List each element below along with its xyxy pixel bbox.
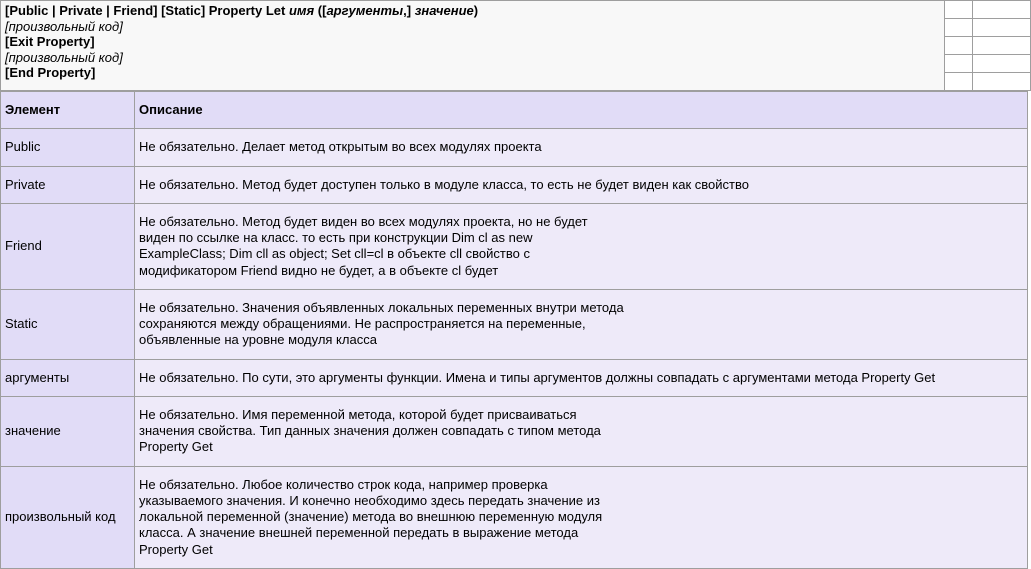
side-cell — [973, 37, 1031, 55]
header-description: Описание — [135, 92, 1028, 129]
cell-description: Не обязательно. Имя переменной метода, к… — [135, 396, 1028, 466]
syntax-box: [Public | Private | Friend] [Static] Pro… — [0, 0, 1031, 91]
side-cell — [945, 73, 973, 91]
side-cell — [945, 19, 973, 37]
table-row: StaticНе обязательно. Значения объявленн… — [1, 289, 1028, 359]
cell-description: Не обязательно. По сути, это аргументы ф… — [135, 359, 1028, 396]
syntax-text: [Public | Private | Friend] [Static] Pro… — [1, 1, 945, 91]
cell-description: Не обязательно. Делает метод открытым во… — [135, 129, 1028, 166]
side-cell — [973, 1, 1031, 19]
cell-element: Friend — [1, 203, 135, 289]
syntax-line3: [Exit Property] — [5, 34, 940, 50]
side-cell — [973, 19, 1031, 37]
syntax-line1-args: аргументы — [326, 3, 403, 18]
table-row: значениеНе обязательно. Имя переменной м… — [1, 396, 1028, 466]
syntax-line1-close: ) — [474, 3, 478, 18]
header-element: Элемент — [1, 92, 135, 129]
side-cell — [973, 73, 1031, 91]
side-cell — [945, 1, 973, 19]
cell-description: Не обязательно. Значения объявленных лок… — [135, 289, 1028, 359]
cell-description: Не обязательно. Метод будет доступен тол… — [135, 166, 1028, 203]
cell-element: значение — [1, 396, 135, 466]
cell-element: Public — [1, 129, 135, 166]
syntax-line4: [произвольный код] — [5, 50, 940, 66]
side-cell — [945, 55, 973, 73]
table-header-row: Элемент Описание — [1, 92, 1028, 129]
syntax-line1-name: имя — [289, 3, 314, 18]
side-cell — [945, 37, 973, 55]
syntax-line5: [End Property] — [5, 65, 940, 81]
cell-element: Private — [1, 166, 135, 203]
syntax-line2: [произвольный код] — [5, 19, 940, 35]
table-row: аргументыНе обязательно. По сути, это ар… — [1, 359, 1028, 396]
description-table: Элемент Описание PublicНе обязательно. Д… — [0, 91, 1028, 569]
cell-description: Не обязательно. Любое количество строк к… — [135, 466, 1028, 568]
syntax-line1-open: ([ — [314, 3, 326, 18]
syntax-line1-comma: ,] — [403, 3, 415, 18]
table-row: PublicНе обязательно. Делает метод откры… — [1, 129, 1028, 166]
syntax-line1-keywords: [Public | Private | Friend] [Static] Pro… — [5, 3, 289, 18]
cell-element: Static — [1, 289, 135, 359]
side-cell — [973, 55, 1031, 73]
table-row: PrivateНе обязательно. Метод будет досту… — [1, 166, 1028, 203]
cell-element: аргументы — [1, 359, 135, 396]
table-row: FriendНе обязательно. Метод будет виден … — [1, 203, 1028, 289]
table-row: произвольный кодНе обязательно. Любое ко… — [1, 466, 1028, 568]
syntax-line1-value: значение — [415, 3, 474, 18]
cell-description: Не обязательно. Метод будет виден во все… — [135, 203, 1028, 289]
cell-element: произвольный код — [1, 466, 135, 568]
